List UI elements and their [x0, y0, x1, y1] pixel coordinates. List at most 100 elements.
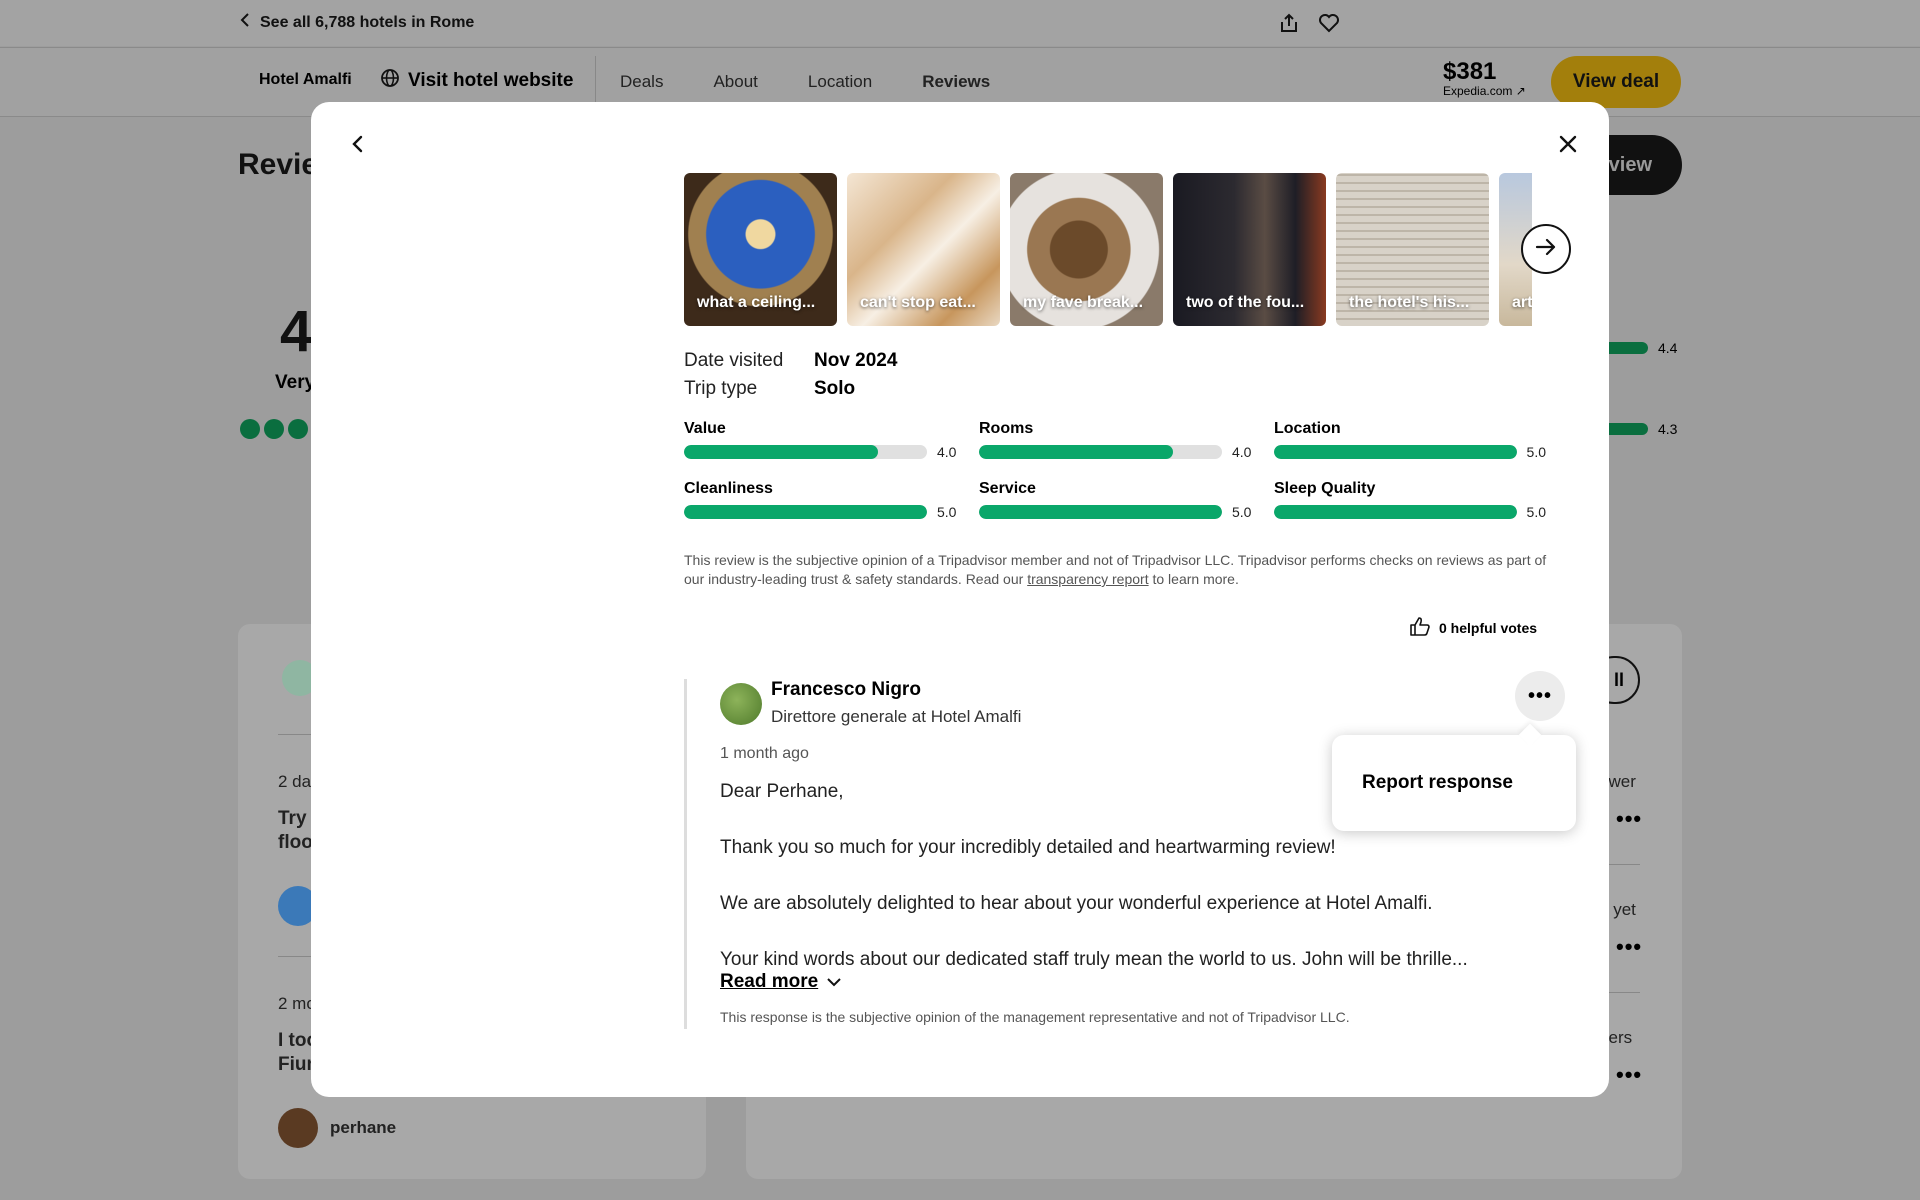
response-date: 1 month ago — [720, 745, 809, 762]
subrating-fill — [684, 505, 927, 519]
management-response: Francesco Nigro Direttore generale at Ho… — [684, 671, 1565, 1029]
rating-bubble — [240, 419, 260, 439]
report-response-menu-item[interactable]: Report response — [1362, 772, 1513, 794]
overall-rating-word: Very — [275, 372, 316, 393]
tip-time: 2 da — [278, 772, 312, 791]
subrating-track — [1274, 445, 1517, 459]
globe-icon — [380, 68, 400, 94]
visit-hotel-website-label: Visit hotel website — [408, 70, 574, 91]
more-options-button[interactable]: ••• — [1515, 671, 1565, 721]
subrating-rooms: Rooms 4.0 — [979, 420, 1274, 460]
review-photo-carousel: what a ceiling... can't stop eat... my f… — [684, 173, 1532, 326]
subrating-cleanliness: Cleanliness 5.0 — [684, 480, 979, 520]
tip-title-line2[interactable]: floo — [278, 832, 313, 854]
tab-deals[interactable]: Deals — [620, 72, 663, 92]
subrating-track — [979, 505, 1222, 519]
chevron-left-icon[interactable] — [344, 130, 372, 158]
subrating-fill — [979, 445, 1174, 459]
subrating-fill — [1274, 445, 1517, 459]
rating-bubble — [264, 419, 284, 439]
chevron-left-icon — [240, 12, 250, 33]
subrating-bar-row: 5.0 — [1274, 444, 1546, 460]
bg-rating-bar-row: 4.3 — [1600, 421, 1677, 437]
subrating-service: Service 5.0 — [979, 480, 1274, 520]
visit-hotel-website-link[interactable]: Visit hotel website — [380, 68, 573, 94]
subrating-sleep-quality: Sleep Quality 5.0 — [1274, 480, 1546, 520]
top-actions — [1278, 12, 1340, 39]
chevron-down-icon — [826, 971, 842, 993]
subrating-score: 5.0 — [1526, 444, 1546, 460]
transparency-report-link[interactable]: transparency report — [1027, 571, 1148, 587]
price-source[interactable]: Expedia.com ↗ — [1443, 84, 1526, 98]
helpful-votes[interactable]: 0 helpful votes — [1409, 616, 1537, 639]
subrating-value: Value 4.0 — [684, 420, 979, 460]
review-photo[interactable]: can't stop eat... — [847, 173, 1000, 326]
date-visited-label: Date visited — [684, 350, 784, 371]
subrating-bar-row: 5.0 — [684, 504, 979, 520]
carousel-next-button[interactable] — [1521, 224, 1571, 274]
arrow-right-icon — [1533, 234, 1559, 265]
subrating-bar-row: 4.0 — [684, 444, 979, 460]
responder-name: Francesco Nigro — [771, 679, 921, 700]
top-bar: See all 6,788 hotels in Rome — [0, 0, 1920, 46]
photo-caption: the hotel's his... — [1349, 294, 1470, 311]
view-deal-button[interactable]: View deal — [1551, 56, 1681, 108]
date-visited-value: Nov 2024 — [814, 350, 898, 371]
bg-rating-value: 4.3 — [1658, 421, 1678, 437]
subrating-track — [1274, 505, 1517, 519]
subrating-location: Location 5.0 — [1274, 420, 1546, 460]
trip-type-value: Solo — [814, 378, 856, 399]
review-detail-modal: what a ceiling... can't stop eat... my f… — [311, 102, 1609, 1097]
response-paragraph: Your kind words about our dedicated staf… — [720, 949, 1468, 970]
tip-title-line1[interactable]: Try — [278, 808, 307, 830]
subrating-label: Service — [979, 480, 1036, 497]
subrating-label: Location — [1274, 420, 1341, 437]
response-disclaimer: This response is the subjective opinion … — [720, 1009, 1350, 1025]
overall-score: 4 — [280, 299, 313, 364]
more-options-icon[interactable]: ••• — [1616, 806, 1642, 832]
response-options-menu: Report response — [1332, 735, 1576, 831]
share-icon[interactable] — [1278, 12, 1300, 39]
bg-rating-bar-row: 4.4 — [1600, 340, 1677, 356]
response-paragraph: Thank you so much for your incredibly de… — [720, 837, 1336, 858]
more-options-icon[interactable]: ••• — [1616, 1062, 1642, 1088]
trip-type-label: Trip type — [684, 378, 758, 399]
more-options-icon[interactable]: ••• — [1616, 934, 1642, 960]
bg-rating-value: 4.4 — [1658, 340, 1678, 356]
subrating-bar-row: 5.0 — [979, 504, 1274, 520]
nav-hotel-name[interactable]: Hotel Amalfi — [259, 71, 352, 89]
see-all-hotels-link[interactable]: See all 6,788 hotels in Rome — [240, 12, 474, 33]
reviews-heading: Revie — [238, 148, 319, 181]
trip-type-row: Trip type Solo — [684, 375, 897, 403]
subrating-fill — [1274, 505, 1517, 519]
tab-location[interactable]: Location — [808, 72, 872, 92]
subrating-label: Sleep Quality — [1274, 480, 1376, 497]
review-photo[interactable]: the hotel's his... — [1336, 173, 1489, 326]
read-more-label: Read more — [720, 971, 819, 992]
subrating-track — [979, 445, 1222, 459]
tab-reviews[interactable]: Reviews — [922, 72, 990, 92]
author-name[interactable]: perhane — [330, 1118, 396, 1138]
tab-about[interactable]: About — [713, 72, 757, 92]
photo-caption: can't stop eat... — [860, 294, 976, 311]
thumbs-up-icon — [1409, 616, 1431, 639]
price-value: $381 — [1443, 58, 1497, 85]
subrating-label: Rooms — [979, 420, 1034, 437]
see-all-hotels-label: See all 6,788 hotels in Rome — [260, 13, 475, 31]
photo-caption: art — [1512, 294, 1532, 311]
heart-icon[interactable] — [1318, 12, 1340, 39]
subrating-score: 4.0 — [1232, 444, 1252, 460]
avatar — [278, 1108, 318, 1148]
review-photo[interactable]: what a ceiling... — [684, 173, 837, 326]
helpful-votes-label: 0 helpful votes — [1439, 619, 1538, 636]
responder-role: Direttore generale at Hotel Amalfi — [771, 707, 1022, 726]
review-photo[interactable]: my fave break... — [1010, 173, 1163, 326]
nav-tabs: Deals About Location Reviews — [620, 72, 1040, 92]
review-photo[interactable]: two of the fou... — [1173, 173, 1326, 326]
close-icon[interactable] — [1554, 130, 1582, 158]
read-more-button[interactable]: Read more — [720, 971, 842, 993]
date-visited-row: Date visited Nov 2024 — [684, 347, 897, 375]
avatar — [720, 683, 762, 725]
subrating-score: 5.0 — [1232, 504, 1252, 520]
subrating-fill — [684, 445, 879, 459]
